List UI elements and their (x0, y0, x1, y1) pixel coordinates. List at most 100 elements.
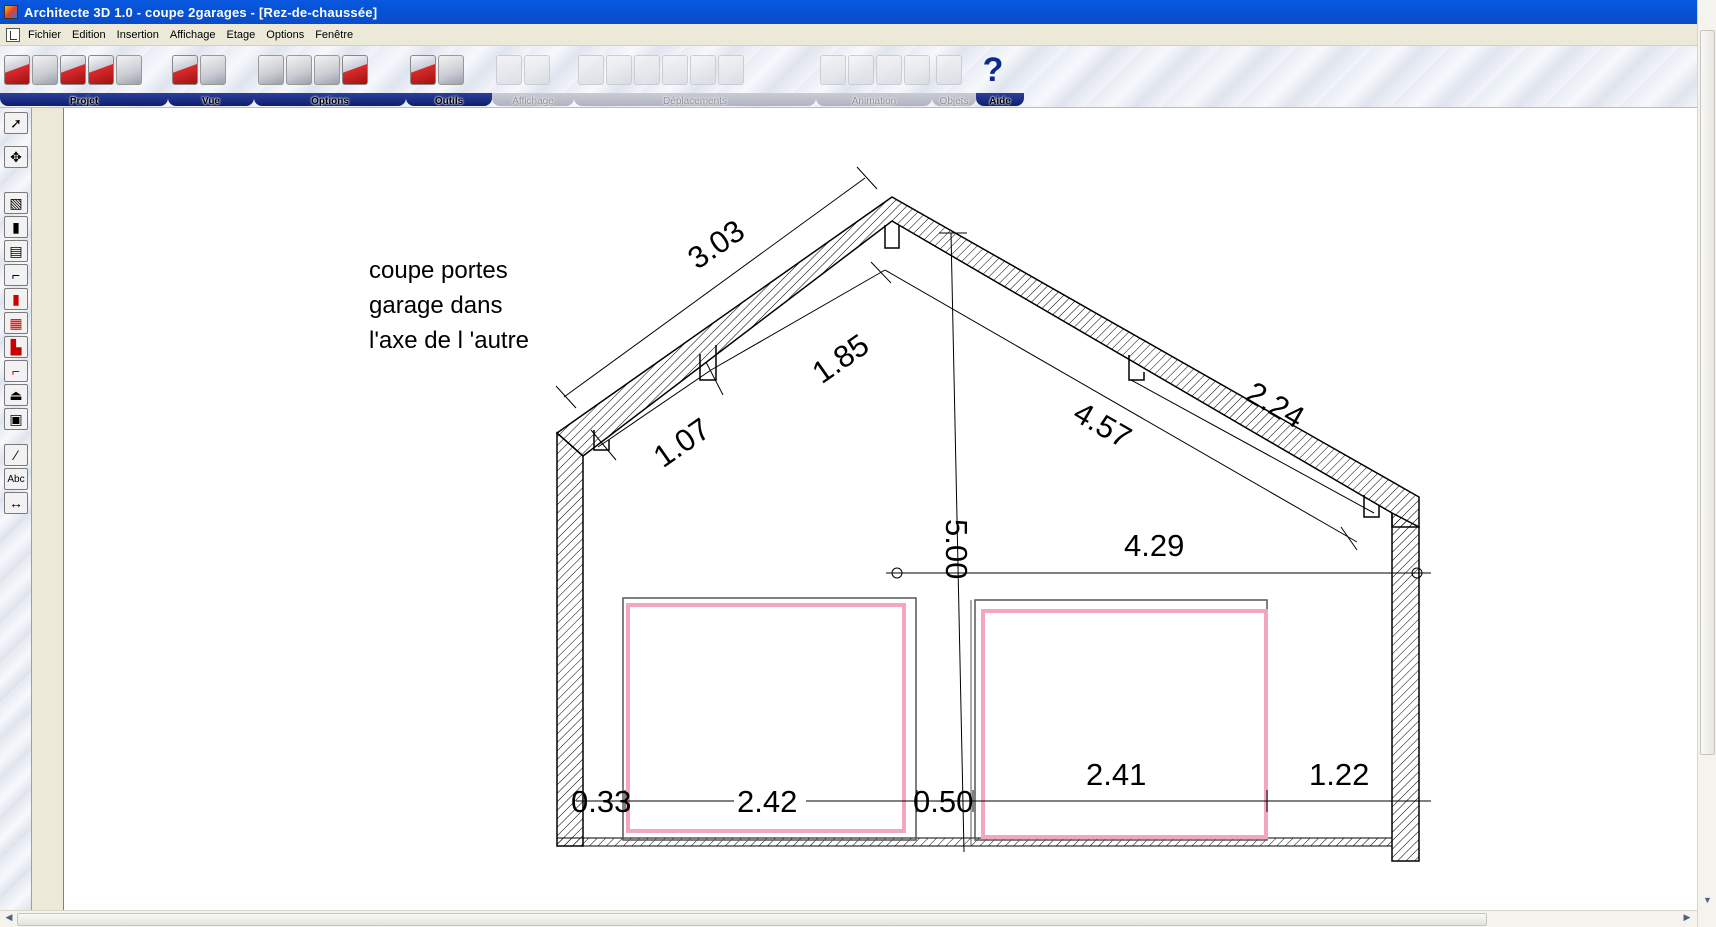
main-toolbar: Projet Vue Options Outils Affichage Dépl… (0, 46, 1700, 108)
text-tool-button[interactable]: Abc (4, 468, 28, 490)
toolbar-group-aide: ? Aide (976, 48, 1024, 107)
rafter-3 (884, 225, 900, 249)
arrow-cursor-icon: ➚ (10, 115, 22, 131)
column-tool-button[interactable]: ▮ (4, 288, 28, 310)
menu-affichage[interactable]: Affichage (170, 29, 223, 41)
app-logo-icon (4, 5, 18, 19)
display-mode-icon (524, 55, 550, 85)
brick-tool-button[interactable]: ▦ (4, 312, 28, 334)
zoom-icon (690, 55, 716, 85)
right-wall (1391, 511, 1420, 862)
app-window: Architecte 3D 1.0 - coupe 2garages - [Re… (0, 0, 1716, 927)
settings-icon[interactable] (286, 55, 312, 85)
toolbar-group-outils: Outils (406, 48, 492, 107)
view-plan-icon[interactable] (200, 55, 226, 85)
toolbar-label-aide[interactable]: Aide (976, 96, 1024, 107)
dimension-icon: ↔ (9, 495, 23, 511)
move-icon (718, 55, 744, 85)
select-tool-button[interactable]: ➚ (4, 112, 28, 134)
scroll-down-icon[interactable]: ▼ (1700, 895, 1715, 910)
line-tool-button[interactable]: ⁄ (4, 444, 28, 466)
horizontal-scroll-thumb[interactable] (17, 913, 1487, 926)
dim-wall-left: 0.33 (571, 784, 631, 819)
walk-icon (578, 55, 604, 85)
beam-tool-button[interactable]: ▙ (4, 336, 28, 358)
view-3d-icon[interactable] (172, 55, 198, 85)
vertical-scroll-thumb[interactable] (1700, 30, 1715, 755)
dim-pillar: 0.50 (913, 784, 973, 819)
clock-icon (904, 55, 930, 85)
brick-icon: ▦ (9, 315, 23, 331)
window-title: Architecte 3D 1.0 - coupe 2garages - [Re… (24, 4, 378, 20)
menu-options[interactable]: Options (266, 29, 311, 41)
toolbar-group-animation: Animation (816, 48, 932, 107)
toolbar-label-objets: Objets (939, 96, 969, 107)
room-tool-button[interactable]: ▣ (4, 408, 28, 430)
toolbar-label-options[interactable]: Options (254, 96, 406, 107)
measure-tool-icon[interactable] (438, 55, 464, 85)
wall-icon: ▧ (9, 195, 23, 211)
roof-tool-icon[interactable] (410, 55, 436, 85)
right-door-frame (974, 599, 1268, 841)
menu-insertion[interactable]: Insertion (117, 29, 166, 41)
toolbar-label-affichage: Affichage (512, 96, 554, 107)
window-icon: ▤ (9, 243, 23, 259)
window-tool-button[interactable]: ▤ (4, 240, 28, 262)
horizontal-scrollbar[interactable]: ◀ ▶ (0, 910, 1697, 927)
wall-tool-button[interactable]: ▧ (4, 192, 28, 214)
menu-fichier[interactable]: Fichier (28, 29, 68, 41)
door-tool-button[interactable]: ⌐ (4, 264, 28, 286)
column-icon: ▮ (12, 291, 20, 307)
drawing-canvas[interactable]: 3.03 1.85 1.07 4.57 2.24 5.00 4.29 0.33 … (63, 108, 1697, 914)
note-line-3: l'axe de l 'autre (369, 327, 529, 354)
title-bar: Architecte 3D 1.0 - coupe 2garages - [Re… (0, 0, 1716, 24)
menu-fenetre[interactable]: Fenêtre (315, 29, 360, 41)
dim-height: 5.00 (939, 519, 974, 579)
partition-icon: ▮ (12, 219, 20, 235)
dim-roof-left-lower: 1.07 (647, 411, 717, 474)
toolbar-group-affichage: Affichage (492, 48, 574, 107)
toolbar-label-vue[interactable]: Vue (168, 96, 254, 107)
stairs-tool-button[interactable]: ⌐ (4, 360, 28, 382)
tool-palette: ➚ ✥ ▧ ▮ ▤ ⌐ ▮ ▦ ▙ ⌐ ⏏ ▣ ⁄ Abc ↔ (0, 108, 32, 914)
toolbar-label-projet[interactable]: Projet (0, 96, 168, 107)
text-tool-label: Abc (7, 473, 25, 485)
new-project-icon[interactable] (4, 55, 30, 85)
print-icon[interactable] (88, 55, 114, 85)
dimension-tool-button[interactable]: ↔ (4, 492, 28, 514)
rotate-icon[interactable] (314, 55, 340, 85)
render-icon[interactable] (342, 55, 368, 85)
display-icon (496, 55, 522, 85)
toolbar-group-projet: Projet (0, 48, 168, 107)
beam-icon: ▙ (10, 339, 22, 355)
toolbar-label-deplacements: Déplacements (663, 96, 727, 107)
check-icon[interactable] (116, 55, 142, 85)
help-icon[interactable]: ? (980, 53, 1006, 87)
floor-tool-button[interactable]: ⏏ (4, 384, 28, 406)
menu-edition[interactable]: Edition (72, 29, 113, 41)
scroll-right-icon[interactable]: ▶ (1680, 912, 1694, 926)
right-garage-door (981, 609, 1268, 839)
menu-bar: Fichier Edition Insertion Affichage Etag… (0, 24, 1716, 46)
floor-icon: ⏏ (9, 387, 23, 403)
toolbar-group-vue: Vue (168, 48, 254, 107)
dim-roof-left-outer: 3.03 (681, 213, 751, 276)
dim-wall-right: 1.22 (1309, 757, 1369, 792)
compass-tool-button[interactable]: ✥ (4, 146, 28, 168)
menu-etage[interactable]: Etage (227, 29, 263, 41)
terrain-icon[interactable] (258, 55, 284, 85)
open-project-icon[interactable] (32, 55, 58, 85)
pan-icon (634, 55, 660, 85)
compass-icon: ✥ (10, 149, 22, 165)
save-project-icon[interactable] (60, 55, 86, 85)
partition-tool-button[interactable]: ▮ (4, 216, 28, 238)
toolbar-group-deplacements: Déplacements (574, 48, 816, 107)
line-icon: ⁄ (14, 447, 18, 463)
section-drawing: 3.03 1.85 1.07 4.57 2.24 5.00 4.29 0.33 … (369, 166, 1431, 862)
toolbar-label-outils[interactable]: Outils (406, 96, 492, 107)
scroll-left-icon[interactable]: ◀ (2, 912, 16, 926)
document-icon[interactable] (6, 27, 20, 42)
door-icon: ⌐ (11, 267, 21, 283)
dim-horizontal-upper: 4.29 (1124, 528, 1184, 563)
vertical-scrollbar[interactable]: ▼ (1697, 0, 1716, 927)
